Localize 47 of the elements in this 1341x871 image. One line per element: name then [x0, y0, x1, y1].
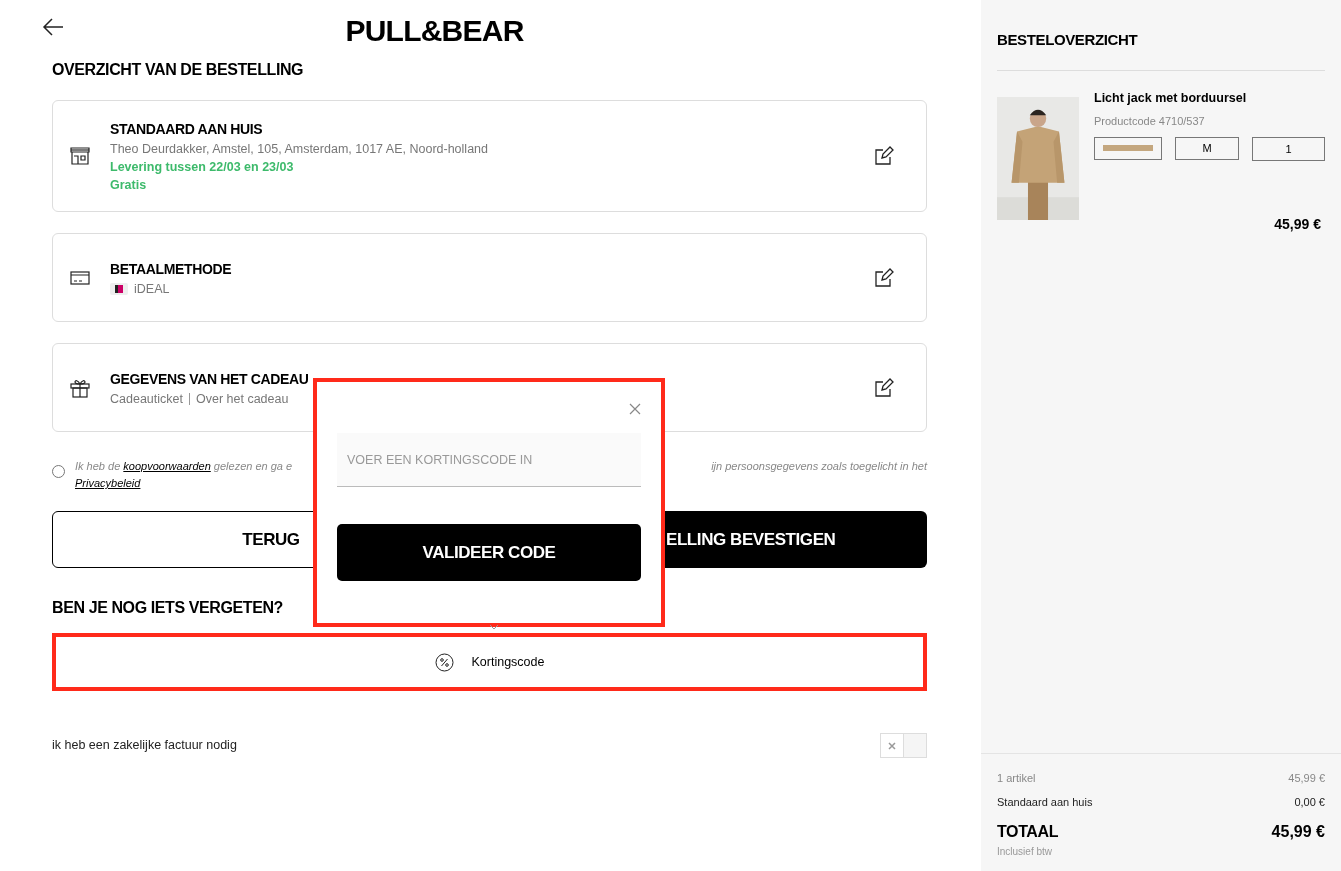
card-title: GEGEVENS VAN HET CADEAU: [110, 369, 310, 389]
summary-value: 0,00 €: [1294, 795, 1325, 810]
tax-note: Inclusief btw: [997, 845, 1054, 859]
validate-code-button[interactable]: VALIDEER CODE: [337, 524, 641, 581]
size-selector[interactable]: M: [1175, 136, 1239, 160]
card-icon: [70, 270, 90, 285]
chevron-down-icon: [489, 624, 499, 630]
terms-text: Ik heb de koopvoorwaarden gelezen en ga e: [75, 459, 293, 474]
card-detail: iDEAL: [134, 280, 170, 298]
section-title: OVERZICHT VAN DE BESTELLING: [52, 60, 305, 80]
business-invoice-toggle[interactable]: [880, 733, 927, 758]
card-detail: Theo Deurdakker, Amstel, 105, Amsterdam, 1017 AE, Noord-holland: [110, 141, 488, 158]
storefront-icon: [70, 147, 90, 165]
terms-link[interactable]: koopvoorwaarden: [123, 460, 211, 472]
cross-icon: [888, 741, 896, 750]
card-detail: Over het cadeau: [195, 390, 289, 408]
color-swatch[interactable]: [1094, 136, 1162, 160]
product-price: 45,99 €: [1274, 214, 1321, 234]
product-name: Licht jack met borduursel: [1094, 89, 1248, 107]
gift-icon: [70, 377, 90, 398]
summary-value: 45,99 €: [1288, 771, 1325, 786]
privacy-text: ijn persoonsgegevens zoals toegelicht in het: [711, 459, 927, 474]
discount-code-bar[interactable]: Kortingscode: [52, 633, 927, 691]
delivery-note: Levering tussen 22/03 en 23/03: [110, 159, 295, 176]
edit-icon[interactable]: [874, 146, 894, 166]
edit-icon[interactable]: [874, 377, 894, 398]
quantity-selector[interactable]: 1: [1252, 136, 1325, 161]
ideal-logo-icon: [110, 282, 128, 295]
privacy-link[interactable]: Privacybeleid: [75, 475, 141, 492]
card-title: STANDAARD AAN HUIS: [110, 120, 264, 139]
delivery-note: Gratis: [110, 177, 148, 194]
total-value: 45,99 €: [1271, 822, 1325, 842]
sidebar-title: BESTELOVERZICHT: [997, 29, 1325, 71]
close-icon[interactable]: [629, 403, 641, 415]
total-label: TOTAAL: [997, 822, 1058, 842]
summary-label: 1 artikel: [997, 771, 1036, 786]
product-code: Productcode 4710/537: [1094, 114, 1206, 130]
percent-icon: [434, 652, 454, 672]
brand-logo[interactable]: PULL&BEAR: [345, 16, 524, 46]
business-invoice-label: ik heb een zakelijke factuur nodig: [52, 737, 237, 755]
card-title: BETAALMETHODE: [110, 259, 233, 279]
summary-label: Standaard aan huis: [997, 795, 1093, 810]
card-detail: Cadeauticket: [110, 390, 183, 408]
discount-code-field[interactable]: VOER EEN KORTINGSCODE IN: [337, 433, 641, 487]
edit-icon[interactable]: [874, 267, 894, 288]
back-arrow-icon[interactable]: [42, 17, 64, 37]
section-title: BEN JE NOG IETS VERGETEN?: [52, 598, 284, 618]
